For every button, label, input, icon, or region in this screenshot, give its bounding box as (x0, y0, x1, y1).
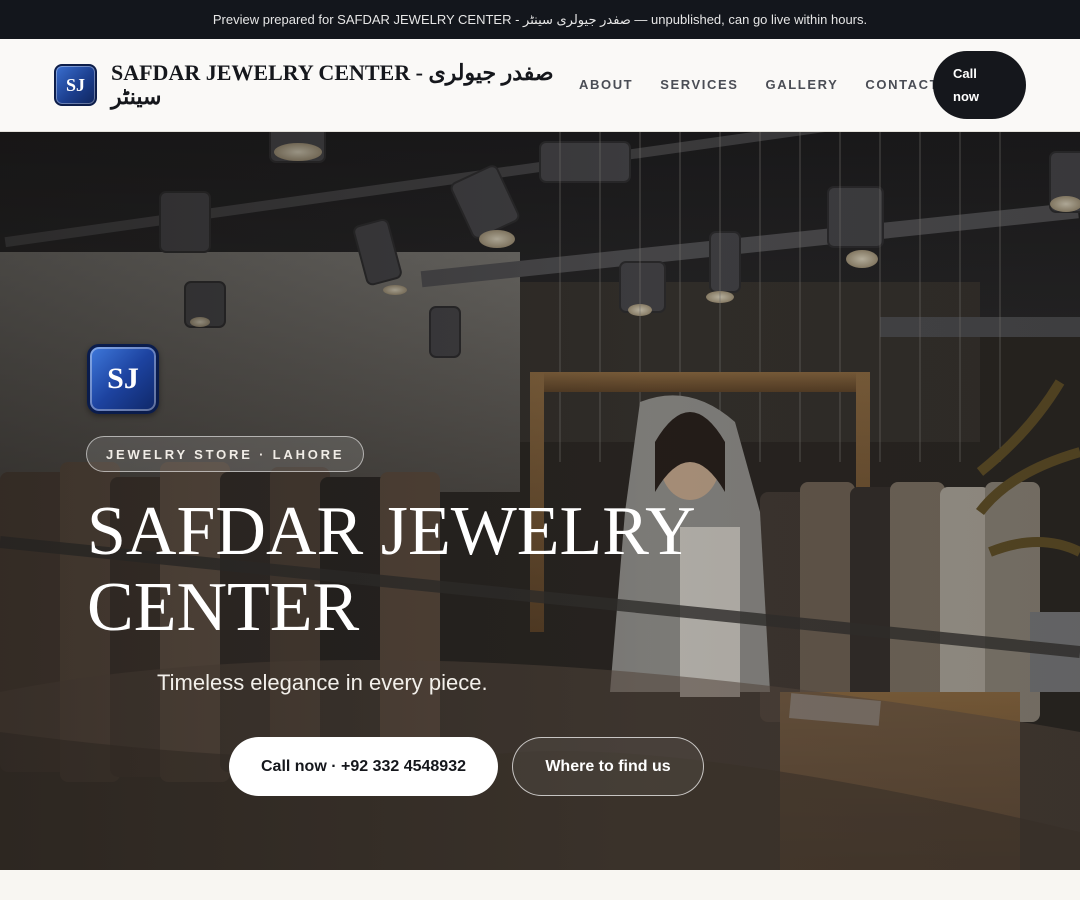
nav-gallery[interactable]: GALLERY (766, 77, 839, 92)
header-call-button[interactable]: Call now (933, 51, 1026, 119)
nav-about[interactable]: ABOUT (579, 77, 633, 92)
hero-title: SAFDAR JEWELRY CENTER (87, 493, 694, 646)
next-section-edge (0, 870, 1080, 900)
preview-banner: Preview prepared for SAFDAR JEWELRY CENT… (0, 0, 1080, 39)
hero-category-badge: JEWELRY STORE · LAHORE (86, 436, 365, 472)
preview-banner-text: Preview prepared for SAFDAR JEWELRY CENT… (212, 11, 868, 27)
site-header: SJ SAFDAR JEWELRY CENTER - صفدر جیولری س… (0, 39, 1080, 132)
where-to-find-us-button[interactable]: Where to find us (512, 737, 704, 796)
hero-subtitle: Timeless elegance in every piece. (157, 670, 488, 695)
brand-name[interactable]: SAFDAR JEWELRY CENTER - صفدر جیولری سینٹ… (111, 61, 571, 109)
hero-logo: SJ (87, 344, 159, 414)
call-now-button[interactable]: Call now · +92 332 4548932 (229, 737, 498, 796)
brand-logo[interactable]: SJ (54, 64, 97, 106)
hero-section: SJ JEWELRY STORE · LAHORE SAFDAR JEWELRY… (0, 132, 1080, 870)
main-nav: ABOUT SERVICES GALLERY CONTACT (579, 77, 939, 92)
nav-services[interactable]: SERVICES (660, 77, 738, 92)
nav-contact[interactable]: CONTACT (865, 77, 939, 92)
